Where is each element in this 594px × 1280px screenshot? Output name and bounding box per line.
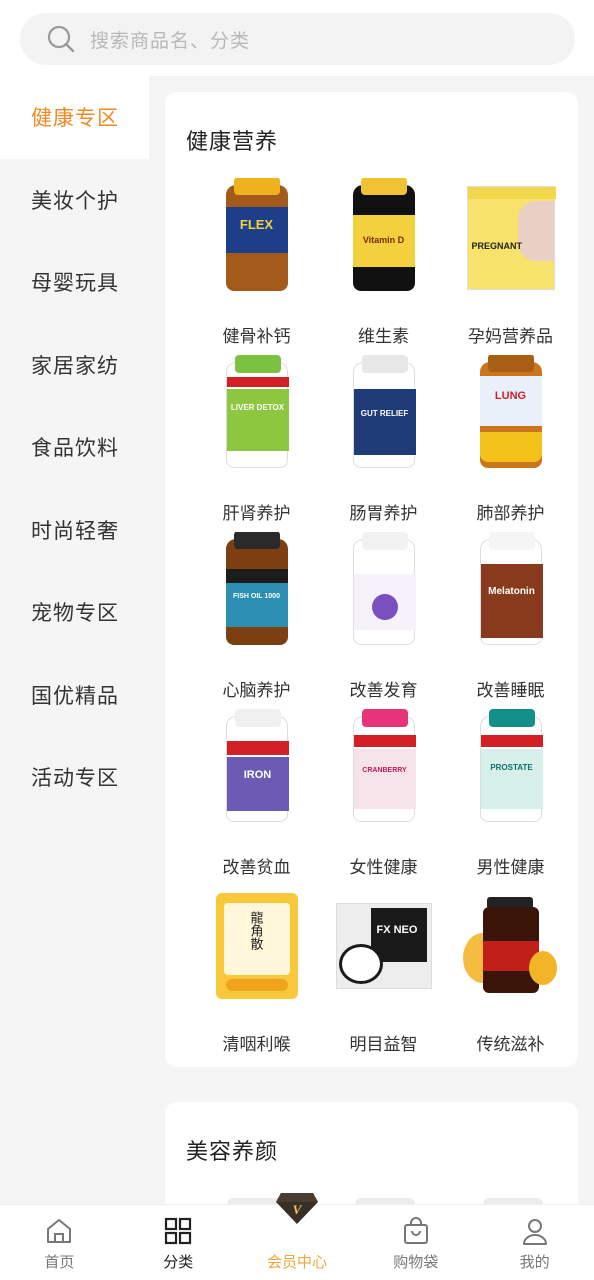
subcategory-label: 传统滋补	[476, 1035, 545, 1055]
member-diamond-icon: V	[272, 1187, 322, 1227]
subcategory-item[interactable]: IRON 改善贫血	[193, 709, 320, 886]
throat-tablet-pack-icon: 龍角散	[207, 886, 307, 1006]
joint-flex-bottle-icon: FLEX	[207, 178, 307, 298]
bottom-tab-bar: 首页 分类 V 会员中心 购物袋 我的	[0, 1193, 594, 1280]
section-card-beauty-care: 美容养颜	[165, 1102, 578, 1204]
subcategory-item[interactable]: Melatonin 改善睡眠	[447, 532, 574, 709]
subcategory-item[interactable]: FX NEO 明目益智	[320, 886, 447, 1063]
subcategory-label: 维生素	[358, 327, 409, 347]
fish-oil-bottle-icon: FISH OIL 1000	[207, 532, 307, 652]
subcategory-label: 女性健康	[349, 858, 418, 878]
tab-label: 我的	[519, 1253, 550, 1271]
liver-detox-bottle-icon: LIVER DETOX	[207, 355, 307, 475]
pregnant-supplement-box-icon: PREGNANT	[461, 178, 561, 298]
top-header: 搜索商品名、分类	[0, 0, 594, 76]
category-sidebar: 健康专区 美妆个护 母婴玩具 家居家纺 食品饮料 时尚轻奢 宠物专区 国优精品 …	[0, 76, 149, 1204]
subcategory-label: 肺部养护	[476, 504, 545, 524]
tab-shopping-bag[interactable]: 购物袋	[356, 1205, 475, 1280]
subcategory-label: 改善贫血	[222, 858, 291, 878]
sidebar-item-beauty[interactable]: 美妆个护	[0, 159, 149, 242]
subcategory-item[interactable]: 龍角散 清咽利喉	[193, 886, 320, 1063]
subcategory-label: 清咽利喉	[222, 1035, 291, 1055]
tab-category[interactable]: 分类	[119, 1205, 238, 1280]
subcategory-item[interactable]: FLEX 健骨补钙	[193, 178, 320, 355]
eye-drops-box-icon: FX NEO	[334, 886, 434, 1006]
search-icon	[46, 24, 76, 54]
tab-label: 分类	[163, 1253, 194, 1271]
melatonin-bottle-icon: Melatonin	[461, 532, 561, 652]
iron-bottle-icon: IRON	[207, 709, 307, 829]
search-bar[interactable]: 搜索商品名、分类	[20, 13, 575, 65]
sidebar-item-health[interactable]: 健康专区	[0, 76, 149, 159]
tab-profile[interactable]: 我的	[475, 1205, 594, 1280]
search-placeholder: 搜索商品名、分类	[90, 29, 251, 52]
subcategory-label: 改善睡眠	[476, 681, 545, 701]
svg-text:V: V	[293, 1202, 303, 1217]
subcategory-item[interactable]: CRANBERRY 女性健康	[320, 709, 447, 886]
gut-relief-bottle-icon: GUT RELIEF	[334, 355, 434, 475]
home-icon	[43, 1215, 75, 1247]
vitamin-d-bottle-icon: Vitamin D	[334, 178, 434, 298]
lung-detox-bottle-icon: LUNG	[461, 355, 561, 475]
subcategory-item[interactable]: Vitamin D 维生素	[320, 178, 447, 355]
subcategory-label: 健骨补钙	[222, 327, 291, 347]
sidebar-item-baby-toys[interactable]: 母婴玩具	[0, 241, 149, 324]
subcategory-label: 改善发育	[349, 681, 418, 701]
subcategory-grid: FLEX 健骨补钙 Vitamin D 维生素 PREGNANT 孕妈营养品 L…	[165, 178, 578, 1063]
prostate-bottle-icon: PROSTATE	[461, 709, 561, 829]
subcategory-item[interactable]: GUT RELIEF 肠胃养护	[320, 355, 447, 532]
shopping-bag-icon	[400, 1215, 432, 1247]
subcategory-label: 男性健康	[476, 858, 545, 878]
kids-growth-bottle-icon	[334, 532, 434, 652]
sidebar-item-food-drinks[interactable]: 食品饮料	[0, 406, 149, 489]
sidebar-item-fashion-luxury[interactable]: 时尚轻奢	[0, 489, 149, 572]
section-card-health-nutrition: 健康营养 FLEX 健骨补钙 Vitamin D 维生素 PREGNANT 孕妈…	[165, 92, 578, 1067]
subcategory-item[interactable]: PROSTATE 男性健康	[447, 709, 574, 886]
sidebar-item-premium-goods[interactable]: 国优精品	[0, 654, 149, 737]
subcategory-label: 心脑养护	[222, 681, 291, 701]
tab-member-center[interactable]: V 会员中心	[238, 1193, 357, 1280]
sidebar-item-home-textiles[interactable]: 家居家纺	[0, 324, 149, 407]
subcategory-label: 明目益智	[349, 1035, 418, 1055]
category-grid-icon	[162, 1215, 194, 1247]
profile-icon	[519, 1215, 551, 1247]
subcategory-item[interactable]: 传统滋补	[447, 886, 574, 1063]
subcategory-item[interactable]: LUNG 肺部养护	[447, 355, 574, 532]
subcategory-label: 肝肾养护	[222, 504, 291, 524]
sidebar-item-promotions[interactable]: 活动专区	[0, 736, 149, 819]
section-title: 美容养颜	[186, 1140, 279, 1165]
subcategory-item[interactable]: LIVER DETOX 肝肾养护	[193, 355, 320, 532]
category-content: 健康营养 FLEX 健骨补钙 Vitamin D 维生素 PREGNANT 孕妈…	[149, 76, 594, 1204]
subcategory-item[interactable]: 改善发育	[320, 532, 447, 709]
tab-home[interactable]: 首页	[0, 1205, 119, 1280]
tab-label: 首页	[44, 1253, 75, 1271]
subcategory-label: 肠胃养护	[349, 504, 418, 524]
tab-label: 购物袋	[393, 1253, 439, 1271]
subcategory-item[interactable]: PREGNANT 孕妈营养品	[447, 178, 574, 355]
subcategory-label: 孕妈营养品	[468, 327, 553, 347]
subcategory-item[interactable]: FISH OIL 1000 心脑养护	[193, 532, 320, 709]
sidebar-item-pets[interactable]: 宠物专区	[0, 571, 149, 654]
cranberry-bottle-icon: CRANBERRY	[334, 709, 434, 829]
tab-label: 会员中心	[266, 1253, 327, 1271]
section-title: 健康营养	[186, 130, 279, 155]
honey-jar-icon	[461, 886, 561, 1006]
